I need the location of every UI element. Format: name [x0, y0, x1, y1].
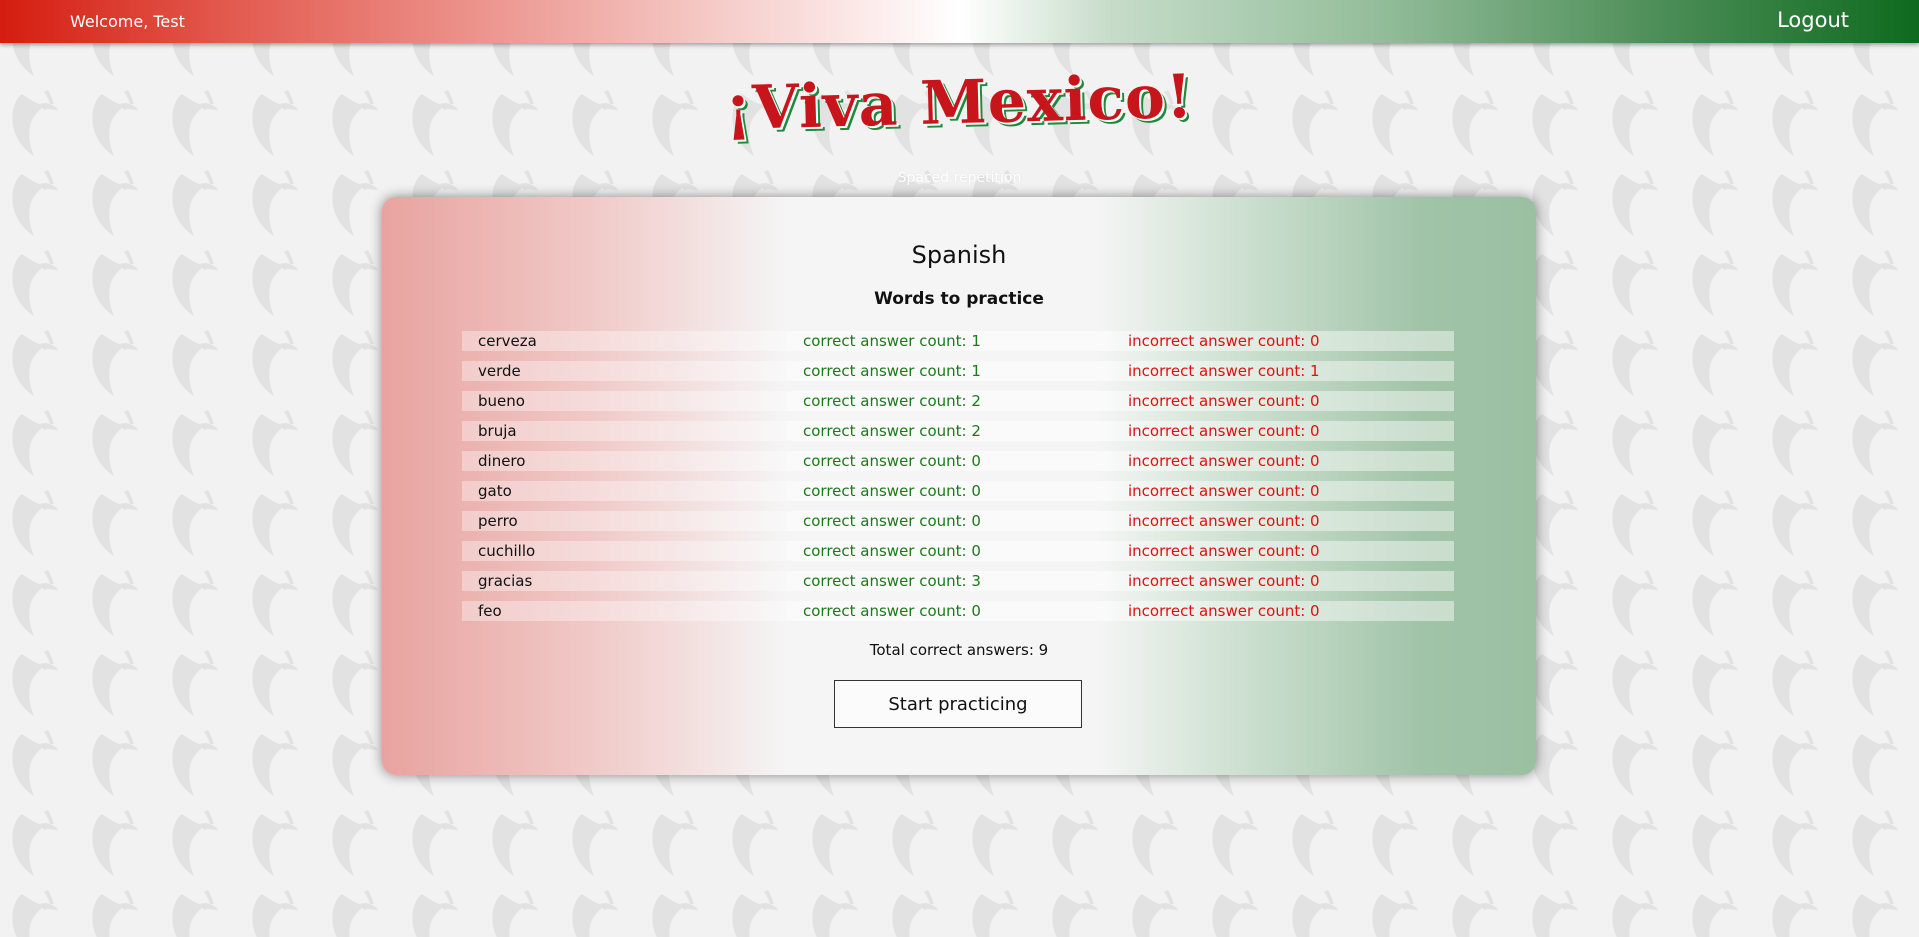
incorrect-count-cell: incorrect answer count: 0 — [1112, 451, 1454, 471]
correct-count-cell: correct answer count: 3 — [787, 571, 1112, 591]
word-row: perro correct answer count: 0 incorrect … — [462, 511, 1454, 531]
word-cell: verde — [462, 361, 787, 381]
correct-count-cell: correct answer count: 2 — [787, 391, 1112, 411]
correct-count-cell: correct answer count: 1 — [787, 331, 1112, 351]
start-practicing-button[interactable]: Start practicing — [834, 680, 1082, 728]
word-row: cerveza correct answer count: 1 incorrec… — [462, 331, 1454, 351]
word-list: cerveza correct answer count: 1 incorrec… — [462, 331, 1454, 631]
language-title: Spanish — [911, 241, 1007, 269]
word-row: bueno correct answer count: 2 incorrect … — [462, 391, 1454, 411]
correct-count-cell: correct answer count: 0 — [787, 451, 1112, 471]
word-cell: dinero — [462, 451, 787, 471]
word-cell: feo — [462, 601, 787, 621]
correct-count-cell: correct answer count: 2 — [787, 421, 1112, 441]
word-row: gracias correct answer count: 3 incorrec… — [462, 571, 1454, 591]
incorrect-count-cell: incorrect answer count: 0 — [1112, 481, 1454, 501]
word-cell: gato — [462, 481, 787, 501]
word-cell: bruja — [462, 421, 787, 441]
incorrect-count-cell: incorrect answer count: 0 — [1112, 571, 1454, 591]
practice-card: Spanish Words to practice cerveza correc… — [382, 197, 1536, 775]
logout-button[interactable]: Logout — [1777, 8, 1849, 32]
word-cell: gracias — [462, 571, 787, 591]
incorrect-count-cell: incorrect answer count: 0 — [1112, 541, 1454, 561]
incorrect-count-cell: incorrect answer count: 1 — [1112, 361, 1454, 381]
word-row: gato correct answer count: 0 incorrect a… — [462, 481, 1454, 501]
word-row: cuchillo correct answer count: 0 incorre… — [462, 541, 1454, 561]
word-cell: cerveza — [462, 331, 787, 351]
top-navigation-bar: Welcome, Test Logout — [0, 0, 1919, 43]
correct-count-cell: correct answer count: 0 — [787, 481, 1112, 501]
correct-count-cell: correct answer count: 0 — [787, 601, 1112, 621]
app-tagline: Spaced repetition — [897, 170, 1022, 186]
app-logo: ¡Viva Mexico! — [724, 61, 1195, 145]
total-correct-answers: Total correct answers: 9 — [869, 641, 1049, 659]
word-row: verde correct answer count: 1 incorrect … — [462, 361, 1454, 381]
word-row: dinero correct answer count: 0 incorrect… — [462, 451, 1454, 471]
correct-count-cell: correct answer count: 1 — [787, 361, 1112, 381]
word-cell: cuchillo — [462, 541, 787, 561]
incorrect-count-cell: incorrect answer count: 0 — [1112, 331, 1454, 351]
word-row: feo correct answer count: 0 incorrect an… — [462, 601, 1454, 621]
incorrect-count-cell: incorrect answer count: 0 — [1112, 421, 1454, 441]
correct-count-cell: correct answer count: 0 — [787, 541, 1112, 561]
incorrect-count-cell: incorrect answer count: 0 — [1112, 601, 1454, 621]
word-cell: bueno — [462, 391, 787, 411]
logo-container: ¡Viva Mexico! — [0, 62, 1919, 144]
correct-count-cell: correct answer count: 0 — [787, 511, 1112, 531]
incorrect-count-cell: incorrect answer count: 0 — [1112, 511, 1454, 531]
incorrect-count-cell: incorrect answer count: 0 — [1112, 391, 1454, 411]
word-cell: perro — [462, 511, 787, 531]
welcome-message: Welcome, Test — [70, 12, 185, 31]
words-to-practice-heading: Words to practice — [874, 289, 1044, 309]
word-row: bruja correct answer count: 2 incorrect … — [462, 421, 1454, 441]
